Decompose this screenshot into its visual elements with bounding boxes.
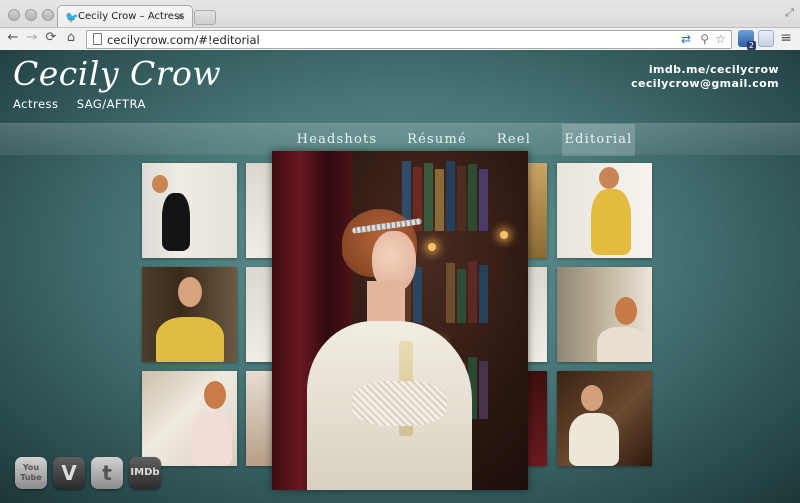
youtube-icon[interactable]: You Tube: [15, 457, 47, 489]
gallery-thumb[interactable]: [557, 371, 652, 466]
imdb-label: IMDb: [130, 467, 160, 478]
close-window-button[interactable]: [8, 9, 20, 21]
contact-info: imdb.me/cecilycrow cecilycrow@gmail.com: [631, 63, 779, 91]
youtube-label: You Tube: [20, 463, 42, 482]
tagline: Actress SAG/AFTRA: [13, 97, 160, 111]
browser-toolbar: ← → ⟳ ⌂ cecilycrow.com/#!editorial ⇄ ⚲ ☆…: [0, 27, 800, 50]
vimeo-label: V: [61, 461, 77, 485]
tab-title: Cecily Crow – Actress: [78, 11, 185, 22]
site-logo[interactable]: Cecily Crow: [13, 54, 221, 93]
forward-button[interactable]: →: [23, 30, 41, 45]
tagline-union: SAG/AFTRA: [76, 97, 146, 111]
browser-tab[interactable]: 🐦 Cecily Crow – Actress ×: [57, 5, 193, 28]
gallery-thumb[interactable]: [528, 163, 547, 258]
gallery-thumb[interactable]: [528, 267, 547, 362]
reload-button[interactable]: ⟳: [42, 30, 60, 45]
new-tab-button[interactable]: [194, 10, 216, 25]
extension-badge: 2: [746, 41, 756, 50]
lace-glove: [352, 381, 447, 426]
gallery-thumb[interactable]: [557, 267, 652, 362]
gallery-thumb[interactable]: [246, 163, 272, 258]
back-button[interactable]: ←: [4, 30, 22, 45]
minimize-window-button[interactable]: [25, 9, 37, 21]
gallery-thumb[interactable]: [246, 267, 272, 362]
translate-icon[interactable]: ⇄: [681, 32, 691, 46]
extension-lock-icon[interactable]: 2: [738, 30, 756, 50]
twitter-label: t: [102, 461, 112, 485]
tagline-role: Actress: [13, 97, 59, 111]
nav-editorial[interactable]: Editorial: [562, 124, 635, 156]
imdb-link[interactable]: imdb.me/cecilycrow: [631, 63, 779, 77]
tab-close-icon[interactable]: ×: [176, 10, 185, 23]
vimeo-icon[interactable]: V: [53, 457, 85, 489]
page-icon: [93, 33, 102, 45]
home-button[interactable]: ⌂: [62, 30, 80, 45]
gallery-thumb[interactable]: [142, 163, 237, 258]
imdb-icon[interactable]: IMDb: [129, 457, 161, 489]
portrait-neck: [367, 281, 405, 326]
lightbox-photo[interactable]: [272, 151, 528, 490]
gallery-thumb[interactable]: [528, 371, 547, 466]
gallery-thumb[interactable]: [142, 267, 237, 362]
gallery-thumb[interactable]: [557, 163, 652, 258]
twitter-icon[interactable]: t: [91, 457, 123, 489]
menu-icon[interactable]: ≡: [780, 30, 792, 46]
gallery-thumb[interactable]: [142, 371, 237, 466]
address-bar[interactable]: cecilycrow.com/#!editorial ⇄ ⚲ ☆: [86, 30, 732, 49]
fullscreen-icon[interactable]: ⤢: [785, 6, 794, 20]
gallery-thumb[interactable]: [246, 371, 272, 466]
extension-cast-icon[interactable]: [758, 30, 774, 47]
zoom-window-button[interactable]: [42, 9, 54, 21]
crow-favicon-icon: 🐦: [65, 11, 79, 24]
search-icon[interactable]: ⚲: [700, 32, 709, 46]
site-page: Cecily Crow Actress SAG/AFTRA imdb.me/ce…: [0, 50, 800, 503]
url-text[interactable]: cecilycrow.com/#!editorial: [107, 33, 260, 47]
email-link[interactable]: cecilycrow@gmail.com: [631, 77, 779, 91]
bookmark-star-icon[interactable]: ☆: [715, 32, 726, 46]
browser-chrome: 🐦 Cecily Crow – Actress × ⤢ ← → ⟳ ⌂ ceci…: [0, 0, 800, 50]
